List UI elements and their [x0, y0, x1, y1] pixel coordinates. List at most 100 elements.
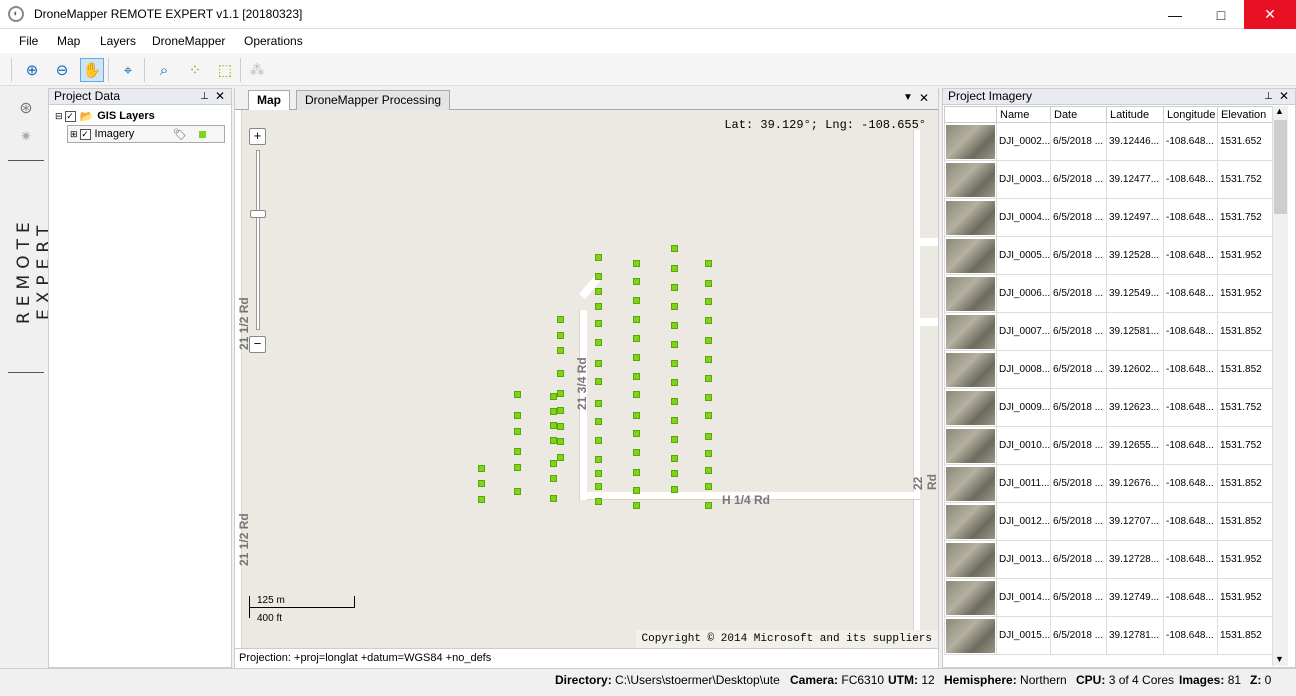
tag-icon[interactable]: 🏷	[173, 128, 187, 141]
flight-point[interactable]	[633, 335, 640, 342]
flight-point[interactable]	[671, 379, 678, 386]
table-row[interactable]: DJI_0012... 6/5/2018 ... 39.12707... -108.6…	[944, 502, 1273, 541]
scroll-thumb[interactable]	[1274, 120, 1287, 214]
flight-point[interactable]	[595, 303, 602, 310]
flight-point[interactable]	[633, 278, 640, 285]
flight-point[interactable]	[705, 467, 712, 474]
close-icon[interactable]: ✕	[215, 89, 225, 104]
table-row[interactable]: DJI_0003... 6/5/2018 ... 39.12477... -108.6…	[944, 160, 1273, 199]
flight-point[interactable]	[557, 316, 564, 323]
flight-point[interactable]	[557, 390, 564, 397]
flight-point[interactable]	[633, 430, 640, 437]
select-area-icon[interactable]: ⬚	[213, 58, 237, 82]
minimize-button[interactable]: —	[1152, 0, 1198, 29]
flight-point[interactable]	[514, 428, 521, 435]
flight-point[interactable]	[633, 373, 640, 380]
tab-close-icon[interactable]: ✕	[919, 91, 929, 105]
flight-point[interactable]	[514, 488, 521, 495]
table-row[interactable]: DJI_0004... 6/5/2018 ... 39.12497... -108.6…	[944, 198, 1273, 237]
flight-point[interactable]	[550, 437, 557, 444]
zoom-layer-icon[interactable]: ⌕	[152, 58, 176, 82]
scroll-up-icon[interactable]: ▲	[1275, 106, 1284, 116]
layer-checkbox[interactable]: ✓	[79, 128, 91, 140]
close-button[interactable]: ✕	[1244, 0, 1296, 29]
zoom-out-button[interactable]: −	[249, 336, 266, 353]
flight-point[interactable]	[705, 337, 712, 344]
collapse-icon[interactable]: ⊟	[55, 111, 63, 122]
flight-point[interactable]	[557, 407, 564, 414]
flight-point[interactable]	[550, 408, 557, 415]
table-row[interactable]: DJI_0009... 6/5/2018 ... 39.12623... -108.6…	[944, 388, 1273, 427]
zoom-in-button[interactable]: +	[249, 128, 266, 145]
flight-point[interactable]	[514, 448, 521, 455]
tab-map[interactable]: Map	[248, 90, 290, 110]
table-row[interactable]: DJI_0006... 6/5/2018 ... 39.12549... -108.6…	[944, 274, 1273, 313]
flight-point[interactable]	[514, 464, 521, 471]
menu-dronemapper[interactable]: DroneMapper	[152, 34, 225, 48]
flight-point[interactable]	[595, 437, 602, 444]
tab-menu-icon[interactable]: ▼	[903, 92, 913, 103]
flight-point[interactable]	[595, 400, 602, 407]
flight-point[interactable]	[595, 498, 602, 505]
table-row[interactable]: DJI_0005... 6/5/2018 ... 39.12528... -108.6…	[944, 236, 1273, 275]
tab-dronemapper-processing[interactable]: DroneMapper Processing	[296, 90, 451, 110]
table-row[interactable]: DJI_0013... 6/5/2018 ... 39.12728... -108.6…	[944, 540, 1273, 579]
flight-point[interactable]	[671, 455, 678, 462]
flight-point[interactable]	[595, 339, 602, 346]
pin-icon[interactable]: ⊥	[1264, 89, 1273, 104]
flight-point[interactable]	[671, 417, 678, 424]
flight-point[interactable]	[705, 375, 712, 382]
zoom-slider-track[interactable]	[256, 150, 260, 330]
layer-imagery[interactable]: ⊞ ✓ Imagery 🏷	[67, 125, 225, 143]
flight-point[interactable]	[595, 456, 602, 463]
flight-point[interactable]	[705, 356, 712, 363]
map-canvas[interactable]: 21 1/2 Rd 21 3/4 Rd 22 Rd H 1/4 Rd 21 1/…	[235, 110, 938, 648]
flight-point[interactable]	[557, 423, 564, 430]
column-header[interactable]: Longitude	[1163, 106, 1218, 123]
flight-point[interactable]	[705, 260, 712, 267]
flight-point[interactable]	[557, 370, 564, 377]
flight-point[interactable]	[633, 412, 640, 419]
flight-point[interactable]	[705, 483, 712, 490]
table-row[interactable]: DJI_0007... 6/5/2018 ... 39.12581... -108.6…	[944, 312, 1273, 351]
flight-point[interactable]	[514, 391, 521, 398]
expand-icon[interactable]: ⊞	[70, 129, 78, 140]
flight-point[interactable]	[705, 394, 712, 401]
flight-point[interactable]	[671, 265, 678, 272]
table-row[interactable]: DJI_0014... 6/5/2018 ... 39.12749... -108.6…	[944, 578, 1273, 617]
maximize-button[interactable]: □	[1198, 0, 1244, 29]
flight-point[interactable]	[705, 280, 712, 287]
flight-point[interactable]	[557, 347, 564, 354]
flight-point[interactable]	[705, 502, 712, 509]
flight-point[interactable]	[595, 418, 602, 425]
flight-point[interactable]	[557, 438, 564, 445]
flight-point[interactable]	[671, 303, 678, 310]
table-row[interactable]: DJI_0002... 6/5/2018 ... 39.12446... -108.6…	[944, 122, 1273, 161]
table-row[interactable]: DJI_0011... 6/5/2018 ... 39.12676... -108.6…	[944, 464, 1273, 503]
pin-icon[interactable]: ⊥	[200, 89, 209, 104]
flight-point[interactable]	[633, 391, 640, 398]
flight-point[interactable]	[557, 332, 564, 339]
table-row[interactable]: DJI_0015... 6/5/2018 ... 39.12781... -108.6…	[944, 616, 1273, 655]
flight-point[interactable]	[671, 398, 678, 405]
flight-point[interactable]	[633, 316, 640, 323]
flight-point[interactable]	[595, 320, 602, 327]
menu-file[interactable]: File	[19, 34, 38, 48]
flight-point[interactable]	[595, 273, 602, 280]
flight-point[interactable]	[595, 378, 602, 385]
flight-point[interactable]	[557, 454, 564, 461]
menu-map[interactable]: Map	[57, 34, 80, 48]
column-header[interactable]: Name	[996, 106, 1051, 123]
column-header[interactable]: Date	[1050, 106, 1107, 123]
tree-root[interactable]: ⊟ ✓ 📂 GIS Layers	[55, 107, 231, 125]
select-points-icon[interactable]: ⁘	[183, 58, 207, 82]
flight-point[interactable]	[633, 260, 640, 267]
menu-layers[interactable]: Layers	[100, 34, 136, 48]
flight-point[interactable]	[705, 298, 712, 305]
zoom-slider-handle[interactable]	[250, 210, 266, 218]
flight-point[interactable]	[550, 475, 557, 482]
flight-point[interactable]	[595, 360, 602, 367]
flight-point[interactable]	[550, 460, 557, 467]
flight-point[interactable]	[595, 288, 602, 295]
flight-point[interactable]	[671, 360, 678, 367]
